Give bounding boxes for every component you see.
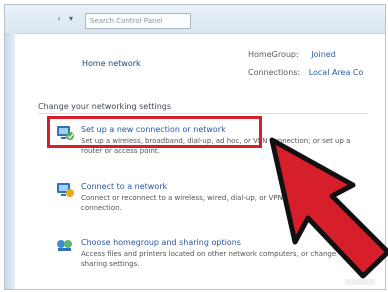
network-name: Home network [82,59,141,68]
homegroup-sharing-description-2: sharing settings. [81,260,140,268]
left-pane [5,33,15,289]
connection-link[interactable]: Local Area Co [309,68,364,77]
homegroup-sharing-link[interactable]: Choose homegroup and sharing options [81,238,241,247]
navigation-toolbar: ‹ ▾ Search Control Panel [5,5,385,34]
section-divider [38,113,368,114]
homegroup-link[interactable]: Joined [311,50,336,59]
network-connect-icon [55,180,75,198]
status-strip [345,279,375,285]
search-input[interactable]: Search Control Panel [85,13,191,29]
forward-icon[interactable]: ▾ [65,13,77,25]
back-icon[interactable]: ‹ [53,13,65,25]
connect-network-link[interactable]: Connect to a network [81,182,167,191]
homegroup-icon [55,236,75,254]
control-panel-window: ‹ ▾ Search Control Panel Home network Ho… [4,4,386,290]
homegroup-label: HomeGroup: [248,50,299,59]
connect-network-description-1: Connect or reconnect to a wireless, wire… [81,194,314,202]
section-title: Change your networking settings [38,102,172,111]
connections-label: Connections: [248,68,301,77]
highlight-box [47,116,262,148]
connect-network-description-2: connection. [81,204,122,212]
homegroup-sharing-description-1: Access files and printers located on oth… [81,250,337,258]
